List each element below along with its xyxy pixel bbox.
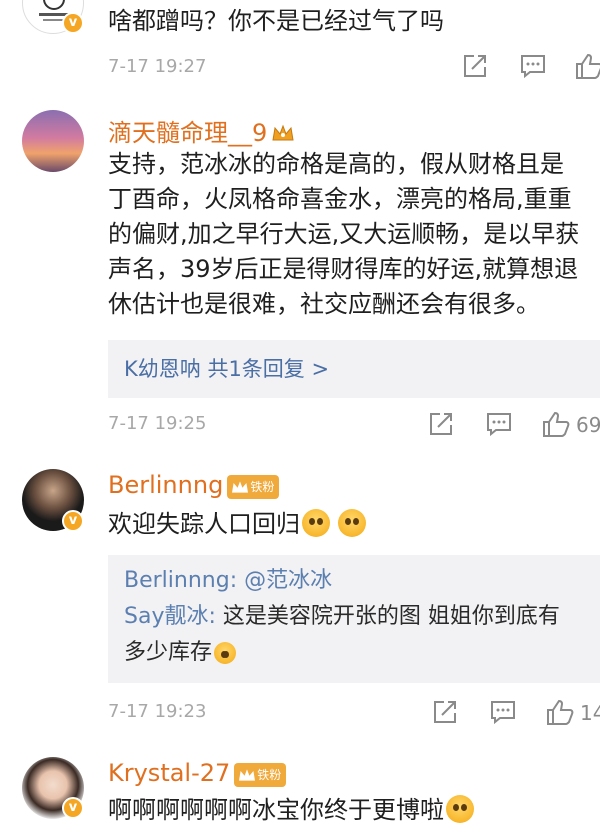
emoji-icon [214, 642, 237, 664]
comment-time: 7-17 19:27 [108, 56, 207, 77]
reply-item-continued: 多少库存 [108, 635, 600, 671]
comment-text: 欢迎失踪人口回归 [108, 507, 598, 542]
comment-item: v Berlinnng 铁粉 欢迎失踪人口回归 Berlinnng: @范冰冰 S… [0, 455, 600, 745]
reply-thread[interactable]: Berlinnng: @范冰冰 Say靓冰: 这是美容院开张的图 姐姐你到底有 … [108, 555, 600, 683]
fan-badge: 铁粉 [234, 763, 287, 787]
comment-icon[interactable] [520, 53, 546, 79]
emoji-icon [302, 509, 330, 537]
reply-link[interactable]: K幼恩呐 共1条回复 > [108, 340, 600, 398]
reply-item[interactable]: Say靓冰: 这是美容院开张的图 姐姐你到底有 [108, 599, 600, 635]
emoji-icon [446, 795, 474, 823]
username[interactable]: Krystal-27 铁粉 [108, 759, 287, 787]
comment-time: 7-17 19:23 [108, 701, 207, 722]
like-count: 69 [576, 413, 600, 437]
comment-text: 支持，范冰冰的命格是高的，假从财格且是 丁酉命，火凤格命喜金水，漂亮的格局,重重… [108, 150, 580, 318]
comment-item: v 啥都蹭吗？你不是已经过气了吗 7-17 19:27 [0, 0, 600, 95]
share-icon[interactable] [428, 411, 454, 437]
comment-text: 啥都蹭吗？你不是已经过气了吗 [108, 7, 444, 35]
reply-summary[interactable]: K幼恩呐 共1条回复 > [108, 340, 600, 398]
verified-badge-icon: v [62, 797, 84, 819]
verified-badge-icon: v [62, 510, 84, 532]
comment-icon[interactable] [486, 411, 512, 437]
like-icon[interactable] [546, 698, 574, 726]
like-icon[interactable] [542, 410, 570, 438]
emoji-icon [338, 509, 366, 537]
comment-icon[interactable] [490, 699, 516, 725]
comment-text: 啊啊啊啊啊啊冰宝你终于更博啦 [108, 793, 598, 828]
username[interactable]: 滴天髓命理__9 [108, 113, 295, 148]
comment-item: 滴天髓命理__9 支持，范冰冰的命格是高的，假从财格且是 丁酉命，火凤格命喜金水… [0, 95, 600, 455]
share-icon[interactable] [462, 53, 488, 79]
like-icon[interactable] [575, 52, 600, 80]
share-icon[interactable] [432, 699, 458, 725]
like-count: 14 [580, 701, 600, 725]
reply-item[interactable]: Berlinnng: @范冰冰 [108, 563, 600, 599]
crown-icon [271, 121, 295, 141]
fan-badge: 铁粉 [227, 475, 280, 499]
comment-time: 7-17 19:25 [108, 413, 207, 434]
comment-item: v Krystal-27 铁粉 啊啊啊啊啊啊冰宝你终于更博啦 [0, 745, 600, 839]
avatar[interactable] [22, 110, 84, 172]
username[interactable]: Berlinnng 铁粉 [108, 471, 280, 499]
verified-badge-icon: v [62, 12, 84, 34]
